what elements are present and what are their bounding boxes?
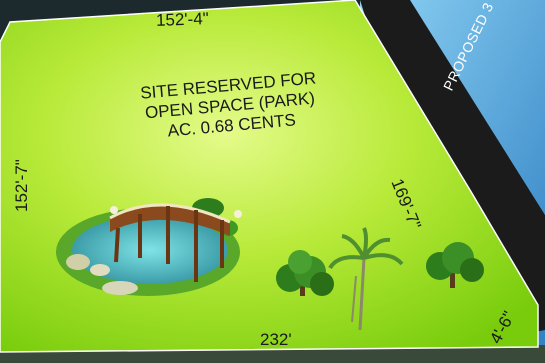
dimension-top: 152'-4"	[155, 9, 210, 30]
dimension-left: 152'-7"	[12, 159, 31, 212]
dimension-bottom: 232'	[260, 330, 292, 349]
